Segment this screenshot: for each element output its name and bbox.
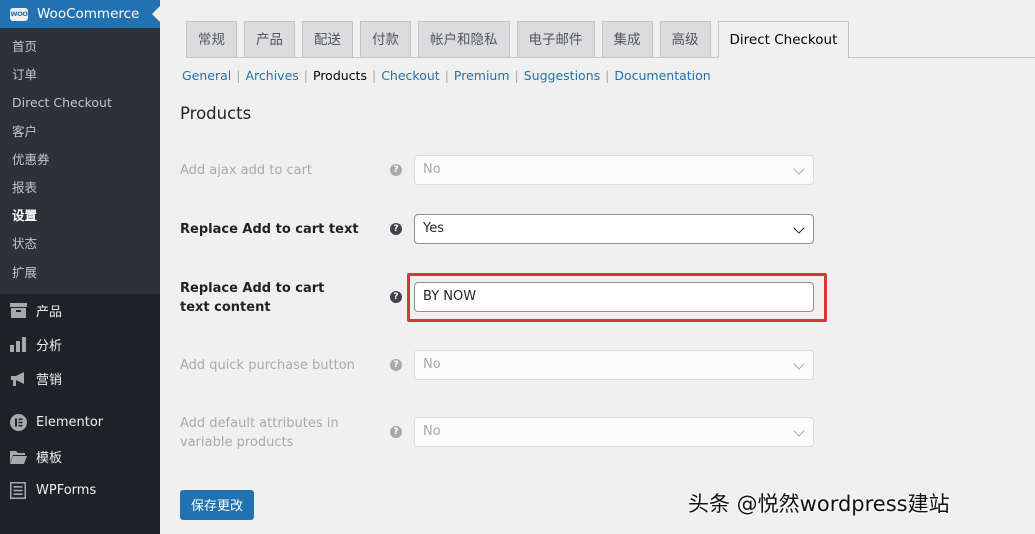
help-icon[interactable]: ? <box>390 164 402 176</box>
tab-general[interactable]: 常规 <box>186 21 237 57</box>
elementor-icon <box>9 414 27 432</box>
subnav-link-premium[interactable]: Premium <box>454 68 510 83</box>
help-icon[interactable]: ? <box>390 291 402 303</box>
chevron-down-icon <box>793 358 805 370</box>
watermark: 头条 @悦然wordpress建站 <box>688 492 950 516</box>
quick-purchase-select[interactable]: No <box>414 350 814 380</box>
tab-products[interactable]: 产品 <box>244 21 295 57</box>
submenu-item-orders[interactable]: 订单 <box>0 61 160 89</box>
sidebar-item-label: 营销 <box>36 373 63 389</box>
folder-icon <box>9 448 27 466</box>
archive-icon <box>9 302 27 320</box>
save-changes-button[interactable]: 保存更改 <box>180 490 254 520</box>
default-attributes-select[interactable]: No <box>414 417 814 447</box>
tab-emails[interactable]: 电子邮件 <box>516 21 595 57</box>
sidebar-item-marketing[interactable]: 营销 <box>0 362 160 396</box>
sidebar-item-label: Elementor <box>36 415 104 431</box>
submenu-item-home[interactable]: 首页 <box>0 33 160 61</box>
subnav-separator: | <box>236 68 241 83</box>
chevron-down-icon <box>793 425 805 437</box>
subnav-separator: | <box>303 68 308 83</box>
tab-integration[interactable]: 集成 <box>601 21 653 57</box>
subnav-link-documentation[interactable]: Documentation <box>614 68 710 83</box>
submenu-item-extensions[interactable]: 扩展 <box>0 259 160 287</box>
chevron-down-icon <box>793 222 805 234</box>
subnav-separator: | <box>444 68 449 83</box>
field-label: Add default attributes in variable produ… <box>180 416 339 450</box>
field-label: Replace Add to cart text <box>180 222 359 237</box>
field-label: Add quick purchase button <box>180 358 355 373</box>
subnav-link-general[interactable]: General <box>182 68 231 83</box>
subnav-link-checkout[interactable]: Checkout <box>381 68 439 83</box>
woocommerce-submenu: 首页 订单 Direct Checkout 客户 优惠券 报表 设置 状态 扩展 <box>0 28 160 294</box>
tab-advanced[interactable]: 高级 <box>659 21 711 57</box>
sidebar-item-wpforms[interactable]: WPForms <box>0 474 160 508</box>
sidebar-item-label: WooCommerce <box>37 6 140 22</box>
help-icon[interactable]: ? <box>390 223 402 235</box>
tab-payments[interactable]: 付款 <box>360 21 411 57</box>
submenu-item-status[interactable]: 状态 <box>0 230 160 258</box>
subnav-separator: | <box>371 68 377 83</box>
form-icon <box>9 482 27 500</box>
sidebar-item-analytics[interactable]: 分析 <box>0 328 160 362</box>
settings-tabs: 常规 产品 配送 付款 帐户和隐私 电子邮件 集成 高级 Direct Chec… <box>186 20 1035 58</box>
submenu-item-direct-checkout[interactable]: Direct Checkout <box>0 89 160 117</box>
select-value: No <box>423 424 441 439</box>
submenu-item-settings[interactable]: 设置 <box>0 202 160 230</box>
bar-chart-icon <box>9 336 27 354</box>
sidebar-item-products[interactable]: 产品 <box>0 294 160 328</box>
subnav-link-products[interactable]: Products <box>313 68 367 83</box>
megaphone-icon <box>9 370 27 388</box>
sidebar-item-label: 产品 <box>36 305 63 321</box>
subnav-link-suggestions[interactable]: Suggestions <box>524 68 600 83</box>
subnav-separator: | <box>605 68 610 83</box>
submenu-item-reports[interactable]: 报表 <box>0 174 160 202</box>
woocommerce-logo: WOO <box>10 7 28 21</box>
field-label: Replace Add to cart text content <box>180 281 325 315</box>
select-value: No <box>423 162 441 177</box>
submenu-item-coupons[interactable]: 优惠券 <box>0 146 160 174</box>
sidebar-item-woocommerce[interactable]: WOO WooCommerce <box>0 0 160 28</box>
ajax-add-to-cart-select[interactable]: No <box>414 155 814 185</box>
select-value: Yes <box>423 221 444 236</box>
subnav-link-archives[interactable]: Archives <box>245 68 298 83</box>
section-subnav: General | Archives | Products | Checkout | Premi… <box>182 68 711 83</box>
sidebar-item-label: WPForms <box>36 483 97 499</box>
current-menu-arrow-icon <box>152 6 160 22</box>
select-value: No <box>423 357 441 372</box>
help-icon[interactable]: ? <box>390 426 402 438</box>
sidebar-item-label: 模板 <box>36 451 63 467</box>
submenu-item-customers[interactable]: 客户 <box>0 118 160 146</box>
highlight-box <box>407 273 827 322</box>
field-label: Add ajax add to cart <box>180 163 313 178</box>
replace-text-select[interactable]: Yes <box>414 214 814 244</box>
tab-direct-checkout[interactable]: Direct Checkout <box>717 21 850 58</box>
sidebar-item-label: 分析 <box>36 339 63 355</box>
sidebar-item-templates[interactable]: 模板 <box>0 440 160 474</box>
chevron-down-icon <box>793 163 805 175</box>
tab-accounts-privacy[interactable]: 帐户和隐私 <box>418 21 510 57</box>
sidebar-item-elementor[interactable]: Elementor <box>0 406 160 440</box>
help-icon[interactable]: ? <box>390 359 402 371</box>
subnav-separator: | <box>514 68 519 83</box>
admin-sidebar: WOO WooCommerce 首页 订单 Direct Checkout 客户… <box>0 0 160 534</box>
tab-shipping[interactable]: 配送 <box>302 21 353 57</box>
section-title: Products <box>180 104 252 123</box>
